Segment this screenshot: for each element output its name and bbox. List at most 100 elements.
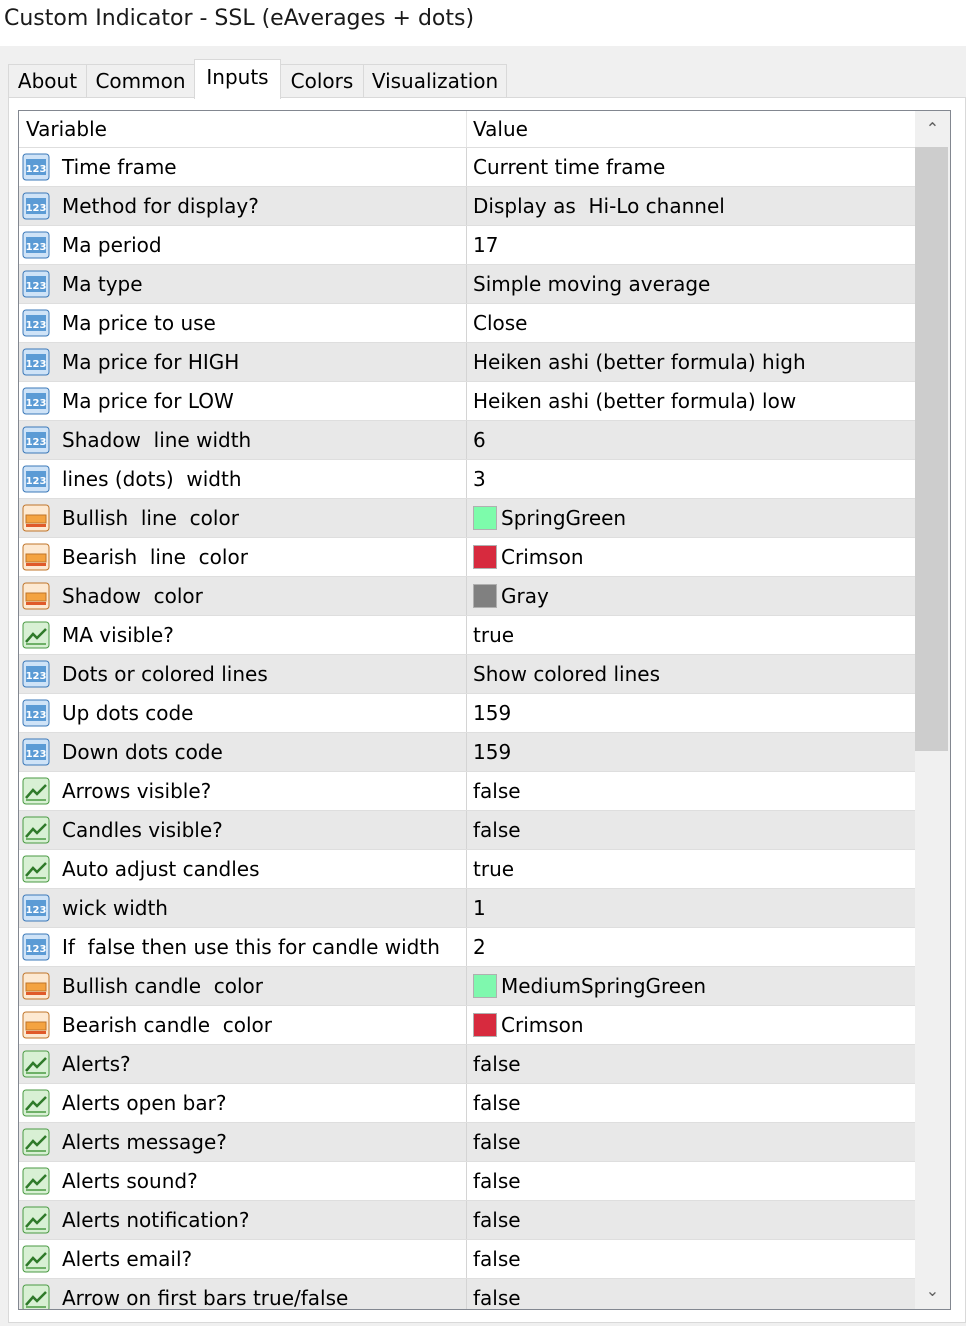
table-row[interactable]: 123 Dots or colored lines Show colored lin… bbox=[19, 654, 915, 694]
variable-value[interactable]: false bbox=[473, 811, 521, 849]
table-row[interactable]: MA visible? true bbox=[19, 615, 915, 655]
variable-name: Dots or colored lines bbox=[62, 662, 268, 686]
cell-divider bbox=[466, 772, 467, 811]
table-row[interactable]: Alerts open bar? false bbox=[19, 1083, 915, 1123]
table-row[interactable]: 123 Ma type Simple moving average bbox=[19, 264, 915, 304]
variable-name: Bearish candle color bbox=[62, 1013, 272, 1037]
table-row[interactable]: 123 Ma period 17 bbox=[19, 225, 915, 265]
variable-name: MA visible? bbox=[62, 623, 174, 647]
variable-name: Alerts open bar? bbox=[62, 1091, 227, 1115]
variable-value[interactable]: false bbox=[473, 1201, 521, 1239]
cell-divider bbox=[466, 460, 467, 499]
table-row[interactable]: 123 wick width 1 bbox=[19, 888, 915, 928]
table-row[interactable]: Alerts notification? false bbox=[19, 1200, 915, 1240]
tab-inputs[interactable]: Inputs bbox=[194, 59, 281, 99]
boolean-chart-icon bbox=[22, 1128, 50, 1156]
tab-common[interactable]: Common bbox=[86, 64, 195, 97]
title-bar: Custom Indicator - SSL (eAverages + dots… bbox=[0, 0, 966, 46]
variable-value[interactable]: 159 bbox=[473, 694, 511, 732]
variable-value[interactable]: 159 bbox=[473, 733, 511, 771]
svg-text:123: 123 bbox=[26, 281, 47, 292]
table-row[interactable]: Candles visible? false bbox=[19, 810, 915, 850]
variable-value[interactable]: Heiken ashi (better formula) low bbox=[473, 382, 796, 420]
variable-value[interactable]: Crimson bbox=[501, 1006, 584, 1044]
variable-value[interactable]: false bbox=[473, 1240, 521, 1278]
table-row[interactable]: Alerts message? false bbox=[19, 1122, 915, 1162]
table-row[interactable]: Alerts email? false bbox=[19, 1239, 915, 1279]
cell-divider bbox=[466, 343, 467, 382]
variable-value[interactable]: true bbox=[473, 850, 514, 888]
table-row[interactable]: 123 Ma price for HIGH Heiken ashi (better … bbox=[19, 342, 915, 382]
numeric-123-icon: 123 bbox=[22, 699, 50, 727]
variable-value[interactable]: Crimson bbox=[501, 538, 584, 576]
variable-name: Bullish line color bbox=[62, 506, 239, 530]
variable-value[interactable]: false bbox=[473, 1279, 521, 1309]
variable-value[interactable]: Current time frame bbox=[473, 148, 665, 186]
scrollbar-thumb[interactable] bbox=[915, 147, 948, 751]
table-row[interactable]: Arrow on first bars true/false false bbox=[19, 1278, 915, 1309]
table-row[interactable]: Auto adjust candles true bbox=[19, 849, 915, 889]
variable-value[interactable]: false bbox=[473, 772, 521, 810]
variable-value[interactable]: Simple moving average bbox=[473, 265, 710, 303]
variable-value[interactable]: false bbox=[473, 1084, 521, 1122]
scroll-down-arrow-icon[interactable]: ⌄ bbox=[915, 1273, 950, 1309]
tab-colors[interactable]: Colors bbox=[280, 64, 364, 97]
variable-value[interactable]: Heiken ashi (better formula) high bbox=[473, 343, 806, 381]
vertical-scrollbar[interactable]: ⌃ ⌄ bbox=[915, 111, 950, 1309]
table-row[interactable]: 123 lines (dots) width 3 bbox=[19, 459, 915, 499]
numeric-123-icon: 123 bbox=[22, 192, 50, 220]
variable-value[interactable]: false bbox=[473, 1045, 521, 1083]
table-row[interactable]: Arrows visible? false bbox=[19, 771, 915, 811]
tab-visualization[interactable]: Visualization bbox=[363, 64, 507, 97]
variable-value[interactable]: Show colored lines bbox=[473, 655, 660, 693]
numeric-123-icon: 123 bbox=[22, 426, 50, 454]
table-row[interactable]: Bullish candle color MediumSpringGreen bbox=[19, 966, 915, 1006]
variable-name: Up dots code bbox=[62, 701, 194, 725]
variable-name: Alerts message? bbox=[62, 1130, 227, 1154]
column-divider[interactable] bbox=[466, 111, 467, 147]
color-palette-icon bbox=[22, 1011, 50, 1039]
cell-divider bbox=[466, 850, 467, 889]
table-row[interactable]: Shadow color Gray bbox=[19, 576, 915, 616]
table-row[interactable]: 123 Up dots code 159 bbox=[19, 693, 915, 733]
scroll-up-arrow-icon[interactable]: ⌃ bbox=[915, 111, 950, 147]
cell-divider bbox=[466, 694, 467, 733]
variable-value[interactable]: MediumSpringGreen bbox=[501, 967, 706, 1005]
variable-value[interactable]: SpringGreen bbox=[501, 499, 626, 537]
table-row[interactable]: 123 If false then use this for candle wid… bbox=[19, 927, 915, 967]
table-row[interactable]: 123 Method for display? Display as Hi-Lo c… bbox=[19, 186, 915, 226]
variable-value[interactable]: 3 bbox=[473, 460, 486, 498]
variable-value[interactable]: 6 bbox=[473, 421, 486, 459]
column-header-variable[interactable]: Variable bbox=[26, 111, 107, 147]
column-header-value[interactable]: Value bbox=[473, 111, 528, 147]
variable-value[interactable]: 17 bbox=[473, 226, 498, 264]
table-row[interactable]: 123 Ma price for LOW Heiken ashi (better f… bbox=[19, 381, 915, 421]
cell-divider bbox=[466, 655, 467, 694]
variable-value[interactable]: 1 bbox=[473, 889, 486, 927]
table-row[interactable]: 123 Down dots code 159 bbox=[19, 732, 915, 772]
cell-divider bbox=[466, 616, 467, 655]
table-row[interactable]: Alerts sound? false bbox=[19, 1161, 915, 1201]
variable-name: Alerts notification? bbox=[62, 1208, 250, 1232]
variable-value[interactable]: Close bbox=[473, 304, 527, 342]
svg-text:123: 123 bbox=[26, 398, 47, 409]
variable-value[interactable]: 2 bbox=[473, 928, 486, 966]
cell-divider bbox=[466, 811, 467, 850]
variable-name: Candles visible? bbox=[62, 818, 223, 842]
table-row[interactable]: Bearish candle color Crimson bbox=[19, 1005, 915, 1045]
table-row[interactable]: Bullish line color SpringGreen bbox=[19, 498, 915, 538]
variable-name: Ma price for LOW bbox=[62, 389, 234, 413]
variable-value[interactable]: Gray bbox=[501, 577, 549, 615]
table-row[interactable]: 123 Shadow line width 6 bbox=[19, 420, 915, 460]
variable-name: Down dots code bbox=[62, 740, 223, 764]
variable-value[interactable]: false bbox=[473, 1162, 521, 1200]
table-row[interactable]: 123 Time frame Current time frame bbox=[19, 147, 915, 187]
boolean-chart-icon bbox=[22, 1050, 50, 1078]
variable-value[interactable]: true bbox=[473, 616, 514, 654]
tab-about[interactable]: About bbox=[8, 64, 87, 97]
variable-value[interactable]: Display as Hi-Lo channel bbox=[473, 187, 725, 225]
table-row[interactable]: 123 Ma price to use Close bbox=[19, 303, 915, 343]
table-row[interactable]: Bearish line color Crimson bbox=[19, 537, 915, 577]
variable-value[interactable]: false bbox=[473, 1123, 521, 1161]
table-row[interactable]: Alerts? false bbox=[19, 1044, 915, 1084]
